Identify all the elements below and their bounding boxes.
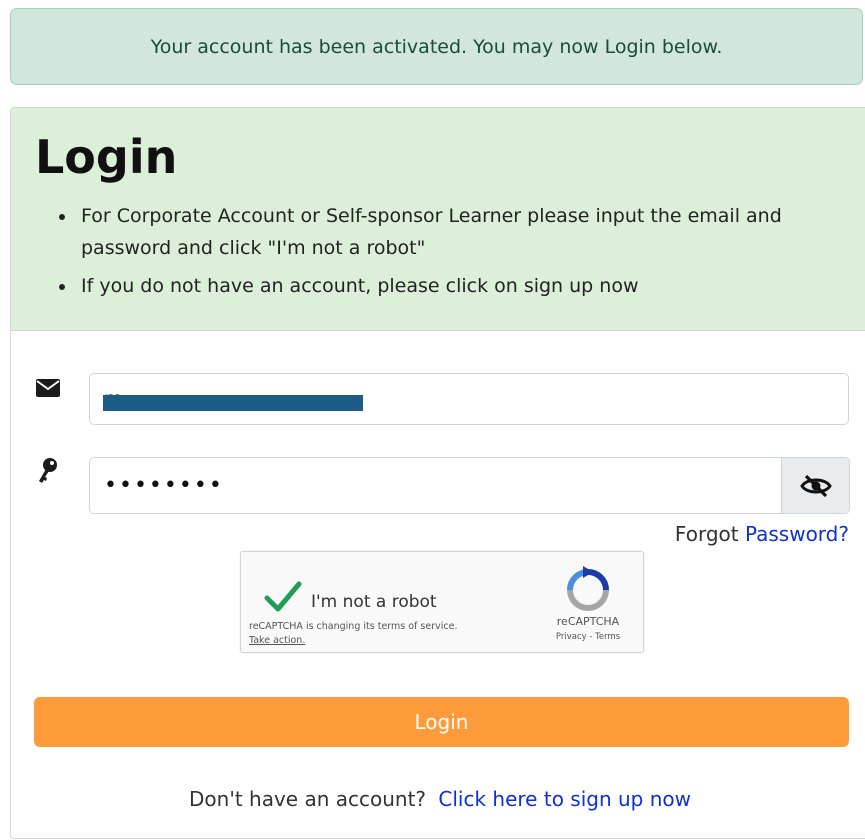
key-icon [33,456,63,486]
eye-slash-icon [799,474,832,497]
signup-link[interactable]: Click here to sign up now [438,787,691,811]
page-title: Login [35,130,178,184]
activation-alert: Your account has been activated. You may… [10,8,863,85]
signup-prompt-text: Don't have an account? [189,787,427,811]
envelope-icon [33,373,63,403]
forgot-prefix: Forgot [674,522,739,546]
recaptcha-privacy-terms[interactable]: Privacy - Terms [543,632,633,642]
instruction-item: For Corporate Account or Self-sponsor Le… [77,200,807,264]
signup-prompt: Don't have an account? Click here to sig… [11,787,865,811]
forgot-password: Forgot Password? [675,522,849,546]
forgot-password-link[interactable]: Password? [745,522,849,546]
recaptcha-brand: reCAPTCHA [556,615,620,628]
recaptcha-notice: reCAPTCHA is changing its terms of servi… [249,620,457,648]
login-card: Login For Corporate Account or Self-spon… [10,107,865,839]
recaptcha-label: I'm not a robot [311,592,437,612]
login-button[interactable]: Login [34,697,849,747]
instruction-item: If you do not have an account, please cl… [77,270,807,302]
recaptcha-logo-icon [563,566,613,614]
toggle-password-button[interactable] [781,458,849,513]
alert-message: Your account has been activated. You may… [150,35,723,58]
card-header: Login For Corporate Account or Self-spon… [11,108,865,331]
password-field-group [89,457,850,514]
recaptcha-notice-text: reCAPTCHA is changing its terms of servi… [249,621,458,632]
redaction-bar [103,395,363,411]
checkmark-icon [264,581,302,612]
recaptcha-widget: I'm not a robot reCAPTCHA is changing it… [240,551,644,653]
recaptcha-checkbox[interactable] [263,580,303,618]
instructions-list: For Corporate Account or Self-sponsor Le… [77,200,807,308]
recaptcha-take-action-link[interactable]: Take action. [249,634,457,648]
password-input[interactable] [90,458,781,513]
